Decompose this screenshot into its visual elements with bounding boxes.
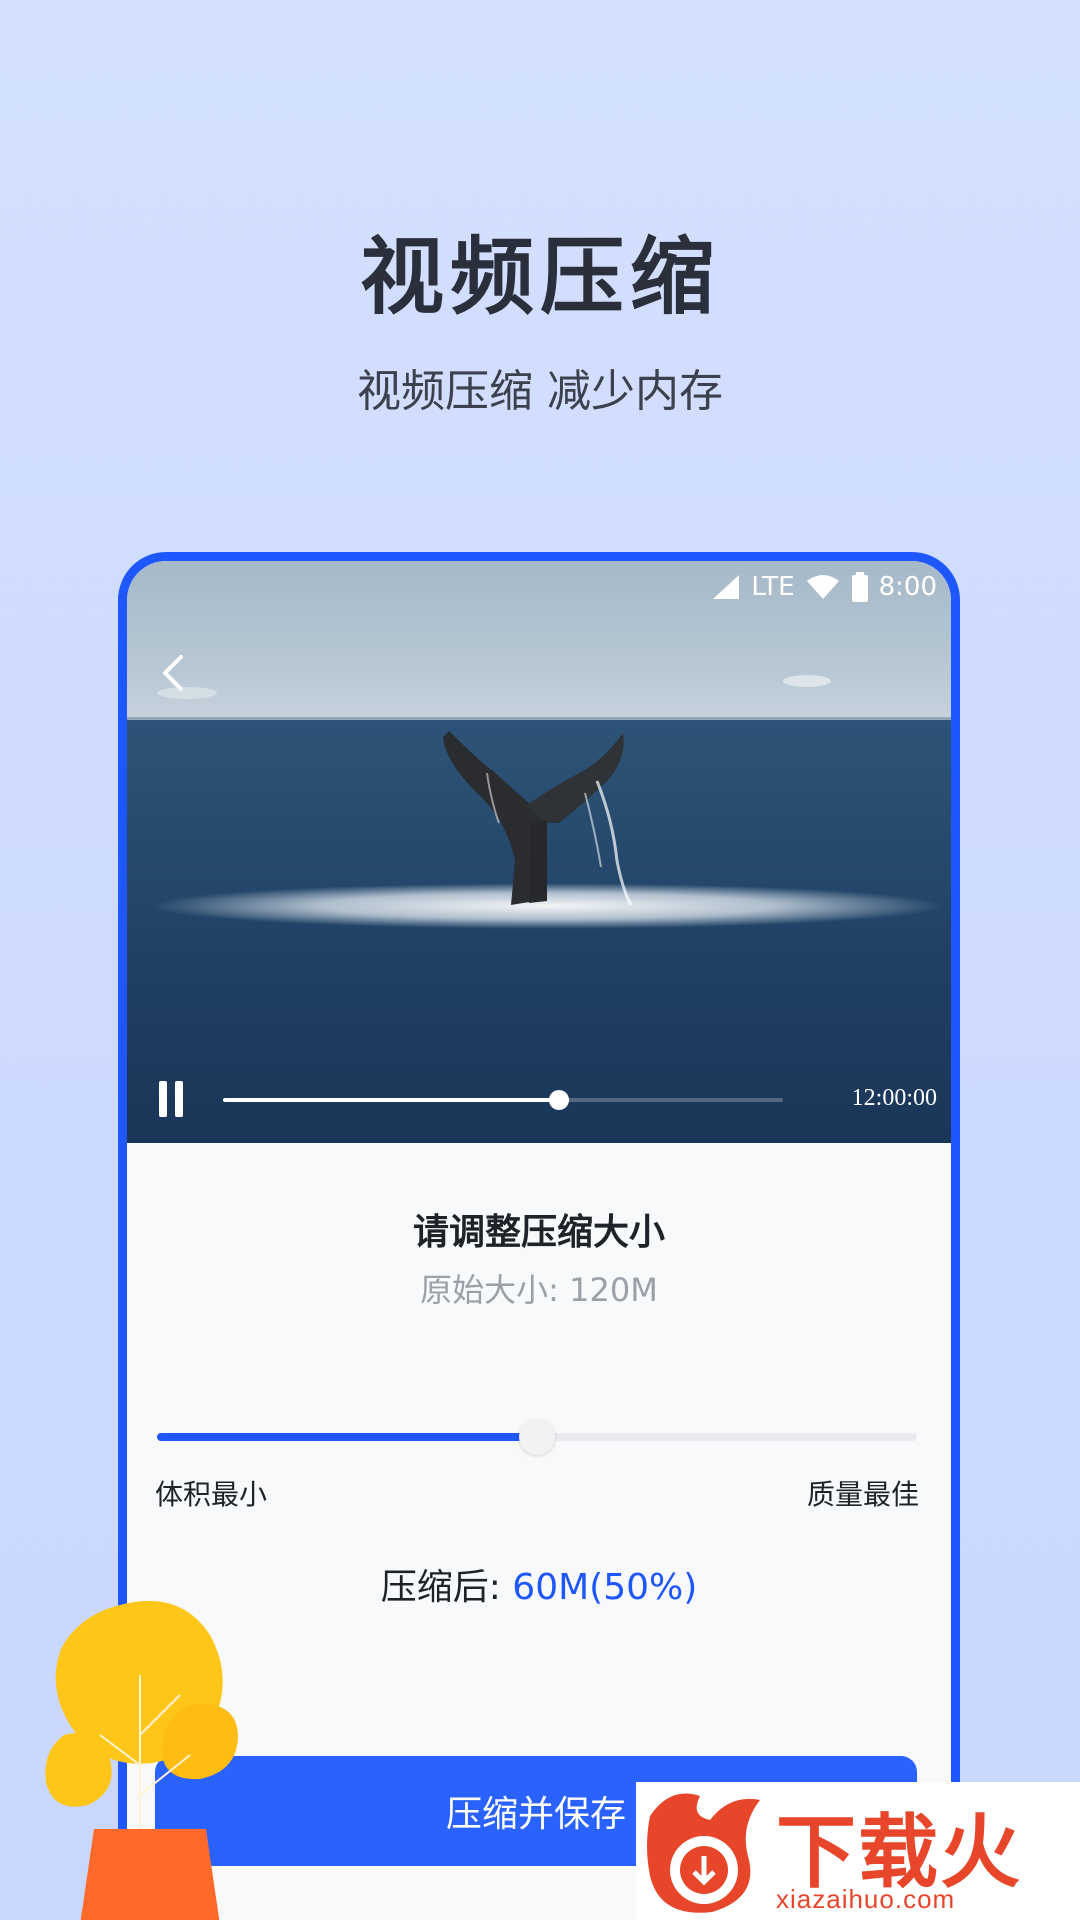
watermark-url: xiazaihuo.com [776,1884,956,1914]
playback-scrubber[interactable] [549,1090,569,1110]
watermark: 下载火 xiazaihuo.com [636,1782,1080,1920]
status-bar: LTE 8:00 [711,569,937,605]
slider-max-label: 质量最佳 [806,1478,919,1511]
cellular-signal-icon [713,575,740,599]
result-value: 60M(50%) [512,1567,698,1608]
compression-slider-fill [157,1433,537,1441]
pause-icon[interactable] [157,1081,187,1117]
flame-logo-icon [647,1793,760,1913]
plant-illustration [45,1600,238,1920]
playback-controls: 12:00:00 [127,1081,951,1121]
compression-slider[interactable] [157,1419,917,1455]
battery-icon [851,572,868,602]
panel-title: 请调整压缩大小 [412,1212,665,1253]
result-label: 压缩后: [380,1567,513,1608]
video-player[interactable]: LTE 8:00 12:00:00 [127,561,951,1143]
playback-progress-fill [223,1098,559,1102]
compress-save-label: 压缩并保存 [445,1794,626,1835]
wifi-icon [806,575,839,599]
network-type: LTE [751,572,795,602]
video-duration: 12:00:00 [851,1085,937,1111]
compression-slider-knob[interactable] [519,1419,555,1455]
slider-min-label: 体积最小 [155,1478,268,1511]
hero-title: 视频压缩 [359,228,720,326]
back-arrow-icon[interactable] [155,655,191,691]
playback-progress[interactable] [223,1090,783,1110]
clock: 8:00 [878,572,937,602]
whale-tail-image [127,675,951,906]
hero-subtitle: 视频压缩 减少内存 [357,366,723,417]
original-size: 原始大小: 120M [420,1271,658,1309]
